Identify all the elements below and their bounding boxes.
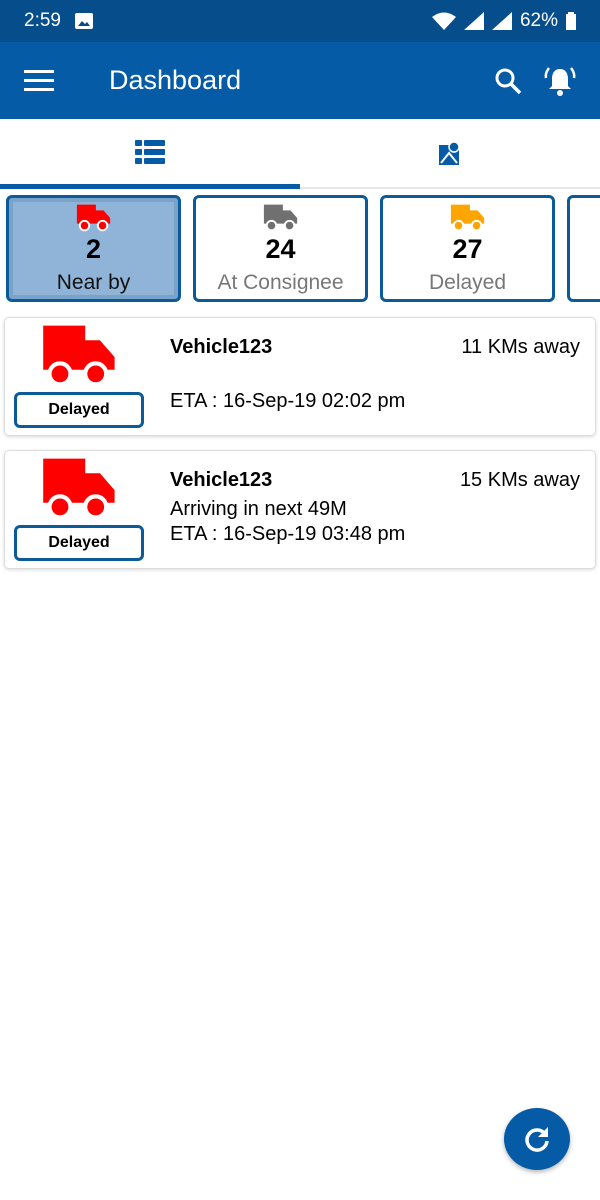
status-filters: 2 Near by 24 At Consignee 27 Delayed bbox=[0, 189, 600, 308]
filter-label: Delayed bbox=[428, 271, 507, 294]
status-bar: 2:59 62% bbox=[0, 0, 600, 42]
signal-roaming-icon bbox=[491, 12, 512, 30]
refresh-button[interactable] bbox=[504, 1108, 570, 1170]
tab-map-view[interactable] bbox=[300, 119, 600, 187]
vehicle-card[interactable]: Delayed Vehicle123 11 KMs away ETA : 16-… bbox=[4, 317, 596, 436]
truck-icon bbox=[43, 325, 115, 387]
vehicle-eta: ETA : 16-Sep-19 03:48 pm bbox=[170, 523, 406, 545]
vehicle-card[interactable]: Delayed Vehicle123 15 KMs away Arriving … bbox=[4, 450, 596, 569]
page-title: Dashboard bbox=[109, 65, 242, 95]
signal-icon bbox=[463, 12, 484, 30]
clock: 2:59 bbox=[24, 10, 61, 31]
list-icon bbox=[135, 139, 165, 164]
filter-delayed[interactable]: 27 Delayed bbox=[380, 195, 555, 302]
battery-icon bbox=[566, 12, 576, 30]
filter-more[interactable] bbox=[567, 195, 600, 302]
status-badge: Delayed bbox=[14, 525, 144, 561]
filter-at-consignee[interactable]: 24 At Consignee bbox=[193, 195, 368, 302]
status-badge: Delayed bbox=[14, 392, 144, 428]
filter-label: At Consignee bbox=[217, 271, 344, 294]
map-pin-icon bbox=[439, 141, 460, 165]
search-icon[interactable] bbox=[494, 67, 522, 95]
vehicle-distance: 11 KMs away bbox=[461, 336, 580, 358]
notification-bell-icon[interactable] bbox=[544, 65, 576, 97]
vehicle-eta: ETA : 16-Sep-19 02:02 pm bbox=[170, 390, 406, 412]
vehicle-arrival: Arriving in next 49M bbox=[170, 498, 347, 520]
vehicle-distance: 15 KMs away bbox=[459, 469, 580, 491]
vehicle-name: Vehicle123 bbox=[170, 469, 273, 491]
refresh-icon bbox=[525, 1127, 549, 1152]
truck-icon bbox=[450, 204, 484, 232]
truck-icon bbox=[263, 204, 297, 232]
truck-icon bbox=[76, 204, 110, 232]
image-notification-icon bbox=[74, 13, 93, 29]
wifi-icon bbox=[431, 12, 456, 30]
filter-near-by[interactable]: 2 Near by bbox=[6, 195, 181, 302]
vehicle-name: Vehicle123 bbox=[170, 336, 273, 358]
view-tabs bbox=[0, 119, 600, 189]
filter-count: 27 bbox=[452, 234, 483, 264]
filter-count: 2 bbox=[85, 234, 102, 264]
menu-icon[interactable] bbox=[24, 69, 54, 92]
app-bar: Dashboard bbox=[0, 42, 600, 119]
truck-icon bbox=[43, 458, 115, 520]
battery-percent: 62% bbox=[519, 10, 558, 31]
tab-list-view[interactable] bbox=[0, 119, 300, 189]
filter-count: 24 bbox=[265, 234, 296, 264]
filter-label: Near by bbox=[56, 271, 131, 294]
